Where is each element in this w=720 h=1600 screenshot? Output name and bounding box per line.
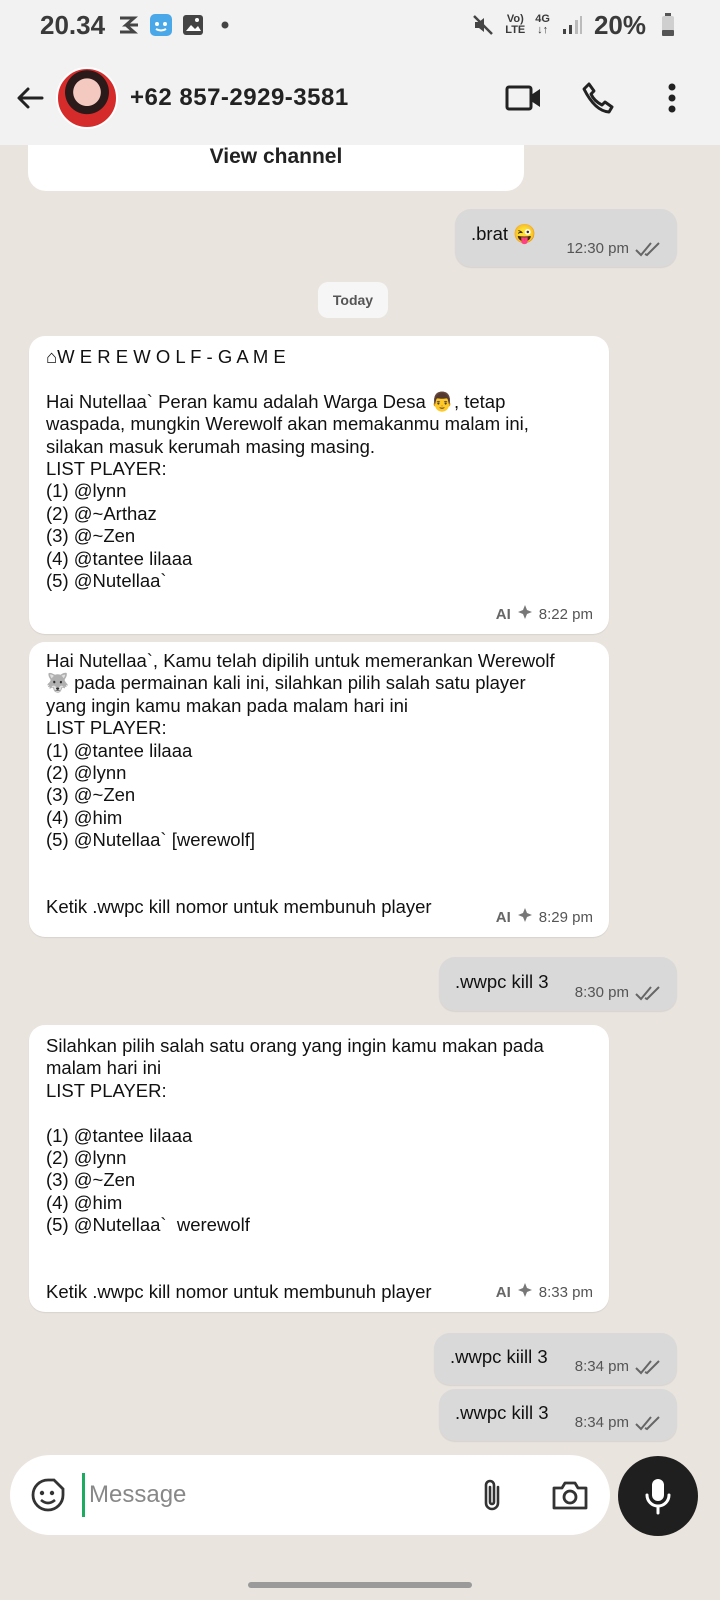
message-time: 8:34 pm — [574, 1414, 629, 1431]
date-divider: Today — [318, 282, 388, 318]
battery-percent: 20% — [593, 9, 646, 40]
header-actions — [504, 78, 692, 118]
sparkle-icon — [517, 907, 533, 927]
gallery-icon — [181, 13, 205, 37]
incoming-message[interactable]: ⌂W E R E W O L F - G A M E Hai Nutellaa`… — [29, 336, 609, 634]
phone-icon — [582, 82, 614, 113]
ai-label: AI — [495, 908, 511, 926]
attach-button[interactable] — [472, 1475, 512, 1515]
video-call-icon — [505, 85, 540, 110]
paperclip-icon — [484, 1479, 500, 1511]
message-composer — [10, 1455, 610, 1535]
menu-button[interactable] — [652, 78, 692, 118]
volte-bottom: LTE — [505, 24, 526, 36]
message-time: 8:22 pm — [538, 605, 593, 623]
arrow-left-icon — [17, 87, 44, 108]
navigation-area — [0, 1545, 720, 1600]
camera-button[interactable] — [548, 1475, 592, 1515]
app-notification-icon — [149, 13, 173, 37]
ai-label: AI — [495, 1283, 511, 1301]
sparkle-icon — [517, 1282, 533, 1302]
message-text: ⌂W E R E W O L F - G A M E Hai Nutellaa`… — [46, 346, 529, 592]
network-gen-indicator: 4G ↓↑ — [535, 14, 550, 36]
message-time: 8:33 pm — [538, 1283, 593, 1301]
gesture-bar[interactable] — [248, 1582, 472, 1588]
emoji-icon — [31, 1478, 65, 1512]
message-text: Hai Nutellaa`, Kamu telah dipilih untuk … — [46, 650, 555, 918]
battery-icon — [656, 13, 680, 37]
double-check-icon — [635, 985, 661, 1001]
incoming-message[interactable]: Hai Nutellaa`, Kamu telah dipilih untuk … — [29, 642, 609, 937]
message-meta: AI 8:33 pm — [496, 1282, 593, 1302]
double-check-icon — [635, 241, 661, 257]
status-time: 20.34 — [40, 9, 106, 40]
outgoing-message[interactable]: .wwpc kiill 3 8:34 pm — [434, 1333, 677, 1385]
status-bar: 20.34 Vo) LTE 4G ↓↑ 20% — [0, 0, 720, 50]
voice-record-button[interactable] — [618, 1456, 698, 1536]
view-channel-button[interactable]: View channel — [28, 145, 524, 191]
outgoing-message[interactable]: .wwpc kill 3 8:30 pm — [439, 957, 677, 1011]
message-time: 8:34 pm — [574, 1358, 629, 1375]
sparkle-icon — [517, 604, 533, 624]
voice-call-button[interactable] — [578, 78, 618, 118]
dot-icon — [213, 13, 237, 37]
camera-icon — [552, 1481, 588, 1510]
message-meta: 8:34 pm — [575, 1414, 661, 1431]
message-meta: 8:34 pm — [575, 1358, 661, 1375]
message-text: .wwpc kill 3 — [455, 1402, 549, 1423]
more-vert-icon — [668, 83, 676, 112]
outgoing-message[interactable]: .wwpc kill 3 8:34 pm — [439, 1389, 677, 1441]
chat-header: +62 857-2929-3581 — [0, 50, 720, 145]
double-check-icon — [635, 1359, 661, 1375]
message-meta: 12:30 pm — [566, 240, 661, 257]
link-icon — [117, 13, 141, 37]
volte-indicator: Vo) LTE — [505, 14, 525, 36]
message-meta: AI 8:29 pm — [496, 907, 593, 927]
message-time: 8:30 pm — [574, 984, 629, 1001]
message-meta: 8:30 pm — [575, 984, 661, 1001]
message-time: 12:30 pm — [566, 240, 629, 257]
emoji-button[interactable] — [28, 1475, 68, 1515]
message-text: .brat 😜 — [471, 223, 537, 244]
message-text: .wwpc kill 3 — [455, 971, 549, 992]
avatar[interactable] — [56, 66, 118, 129]
chat-area[interactable]: View channel .brat 😜 12:30 pm Today ⌂W E… — [0, 145, 720, 1450]
signal-icon — [560, 13, 584, 37]
video-call-button[interactable] — [504, 78, 544, 118]
system-icons: Vo) LTE 4G ↓↑ 20% — [471, 10, 680, 41]
message-time: 8:29 pm — [538, 908, 593, 926]
microphone-icon — [645, 1479, 671, 1515]
message-meta: AI 8:22 pm — [496, 604, 593, 624]
double-check-icon — [635, 1415, 661, 1431]
outgoing-message[interactable]: .brat 😜 12:30 pm — [455, 209, 677, 267]
back-button[interactable] — [10, 78, 50, 118]
contact-name[interactable]: +62 857-2929-3581 — [130, 84, 349, 112]
message-text: Silahkan pilih salah satu orang yang ing… — [46, 1035, 544, 1303]
mute-icon — [471, 13, 495, 37]
incoming-message[interactable]: Silahkan pilih salah satu orang yang ing… — [29, 1025, 609, 1312]
message-input[interactable] — [82, 1473, 442, 1517]
ai-label: AI — [495, 605, 511, 623]
notification-icons — [117, 13, 237, 37]
net-gen-bottom: ↓↑ — [537, 24, 549, 36]
message-text: .wwpc kiill 3 — [450, 1346, 548, 1367]
